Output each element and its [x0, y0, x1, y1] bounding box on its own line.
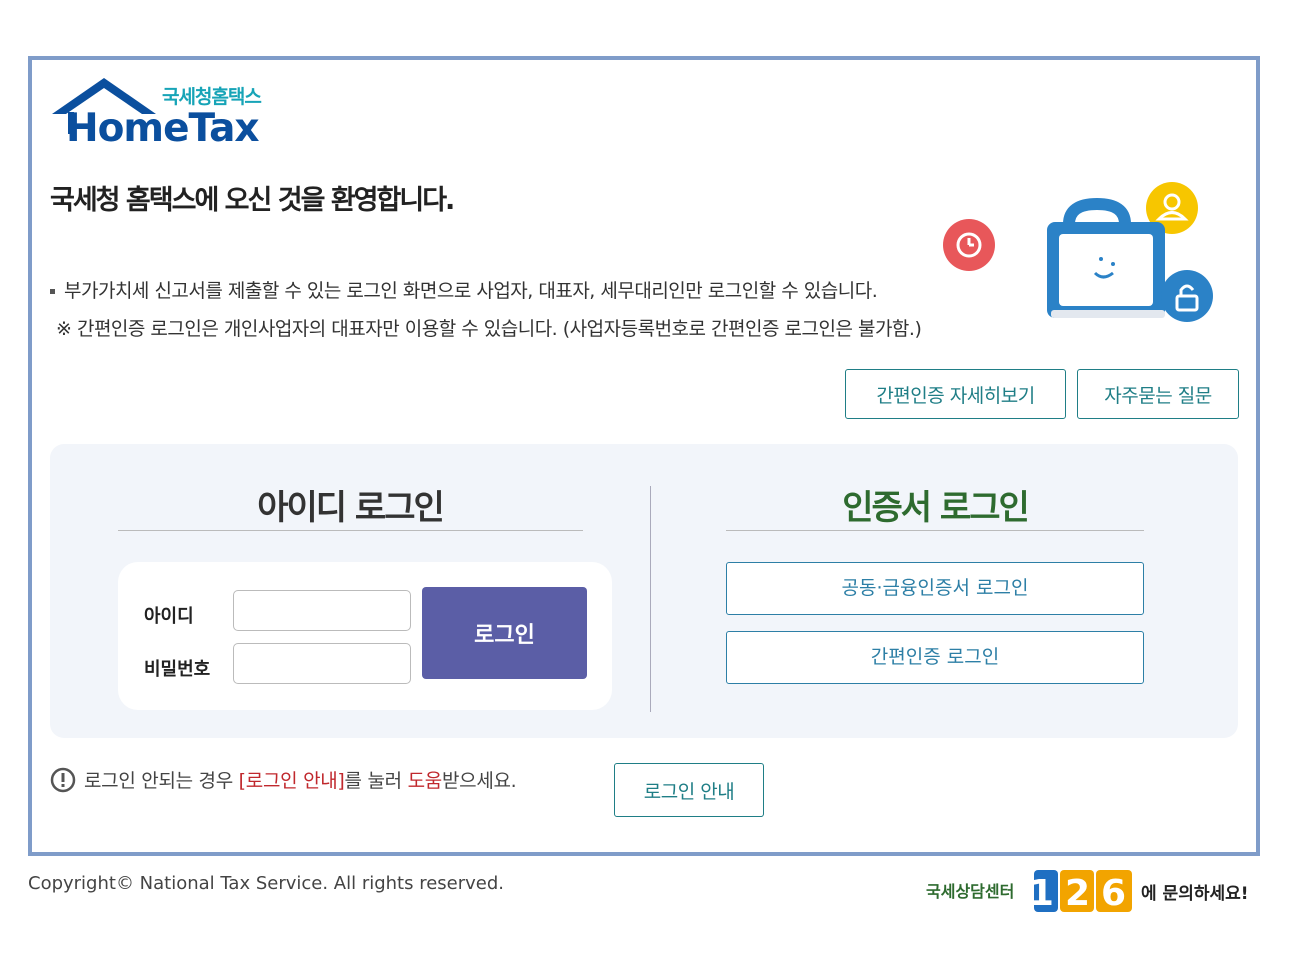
help-highlight: 도움	[407, 770, 443, 792]
unlock-illustration	[943, 182, 1213, 322]
joint-cert-login-button[interactable]: 공동·금융인증서 로그인	[726, 562, 1144, 615]
copyright-text: Copyright© National Tax Service. All rig…	[28, 873, 505, 894]
login-panel: 아이디 로그인 아이디 비밀번호 로그인 인증서 로그인 공동·금융인증서 로그…	[50, 444, 1238, 738]
login-guide-link-text: [로그인 안내]	[238, 770, 345, 792]
callcenter-suffix: 에 문의하세요!	[1141, 884, 1249, 904]
login-button[interactable]: 로그인	[422, 587, 587, 679]
callcenter-number: 126	[1029, 873, 1137, 914]
id-login-form: 아이디 비밀번호 로그인	[118, 562, 612, 710]
small-unlock-icon	[1161, 270, 1213, 322]
simple-auth-notice: ※ 간편인증 로그인은 개인사업자의 대표자만 이용할 수 있습니다. (사업자…	[56, 318, 922, 340]
faq-button[interactable]: 자주묻는 질문	[1077, 369, 1239, 419]
password-input[interactable]	[233, 643, 411, 684]
hometax-logo[interactable]: 국세청홈택스 HomeTax	[50, 76, 290, 156]
simple-auth-detail-button[interactable]: 간편인증 자세히보기	[845, 369, 1066, 419]
id-label: 아이디	[144, 606, 194, 627]
id-login-title-underline	[118, 530, 583, 531]
callcenter-126-banner: 국세상담센터 126 에 문의하세요!	[926, 870, 1249, 914]
cert-login-title: 인증서 로그인	[842, 488, 1030, 528]
id-input[interactable]	[233, 590, 411, 631]
callcenter-prefix: 국세상담센터	[926, 882, 1014, 901]
password-label: 비밀번호	[144, 659, 211, 680]
padlock-icon	[1047, 197, 1165, 318]
notice-text: 부가가치세 신고서를 제출할 수 있는 로그인 화면으로 사업자, 대표자, 세…	[50, 276, 878, 303]
logo-name: HomeTax	[66, 106, 260, 151]
login-guide-button[interactable]: 로그인 안내	[614, 763, 764, 817]
login-help-text: 로그인 안되는 경우 [로그인 안내] 를 눌러 도움 받으세요.	[50, 766, 517, 793]
welcome-heading: 국세청 홈택스에 오신 것을 환영합니다.	[50, 185, 455, 216]
id-login-title: 아이디 로그인	[257, 488, 445, 528]
simple-auth-login-button[interactable]: 간편인증 로그인	[726, 631, 1144, 684]
logo-subtitle: 국세청홈택스	[162, 86, 262, 108]
login-frame: 국세청홈택스 HomeTax 국세청 홈택스에 오신 것을 환영합니다. 부가가…	[28, 56, 1260, 856]
bullet-icon	[50, 289, 55, 294]
exclamation-icon	[50, 767, 76, 792]
panel-divider	[650, 486, 651, 712]
clock-icon	[943, 219, 995, 271]
cert-login-title-underline	[726, 530, 1144, 531]
